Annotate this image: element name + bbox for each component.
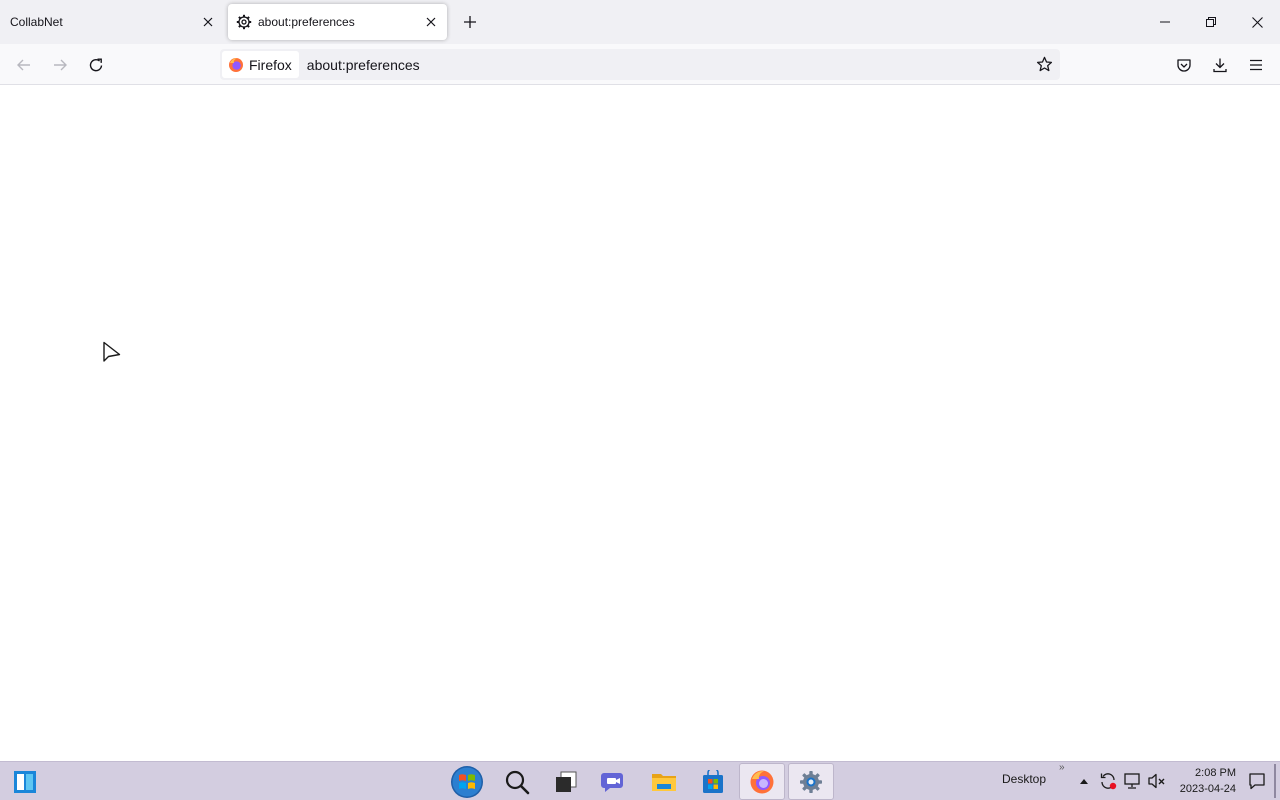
teams-chat-icon bbox=[601, 772, 623, 792]
navigation-toolbar: Firefox about:preferences bbox=[0, 44, 1280, 85]
minimize-button[interactable] bbox=[1142, 0, 1188, 44]
firefox-logo-icon bbox=[229, 57, 243, 72]
close-tab-icon[interactable] bbox=[196, 10, 220, 34]
search-button[interactable] bbox=[494, 763, 540, 800]
file-explorer-icon bbox=[652, 773, 676, 791]
identity-label: Firefox bbox=[249, 56, 292, 73]
notification-icon bbox=[1249, 773, 1265, 790]
back-button[interactable] bbox=[9, 50, 39, 80]
notifications-button[interactable] bbox=[1246, 770, 1268, 792]
minimize-icon bbox=[1160, 21, 1170, 23]
reload-button[interactable] bbox=[81, 50, 111, 80]
bookmark-star-icon[interactable] bbox=[1030, 51, 1058, 79]
start-button[interactable] bbox=[444, 763, 490, 800]
url-text[interactable]: about:preferences bbox=[307, 57, 1030, 73]
widgets-button[interactable] bbox=[2, 763, 48, 800]
taskbar: Desktop » 2:08 PM 2023-04-24 bbox=[0, 761, 1280, 800]
clock-time: 2:08 PM bbox=[1195, 767, 1236, 779]
widgets-icon bbox=[14, 770, 36, 793]
mouse-cursor-icon bbox=[103, 341, 121, 362]
tab-label: CollabNet bbox=[10, 15, 63, 29]
close-window-button[interactable] bbox=[1234, 0, 1280, 44]
new-tab-button[interactable] bbox=[458, 10, 482, 34]
reload-icon bbox=[89, 58, 103, 72]
tray-overflow-button[interactable] bbox=[1073, 770, 1095, 792]
show-desktop-button[interactable] bbox=[1274, 764, 1276, 798]
network-tray-button[interactable] bbox=[1121, 770, 1143, 792]
windows-start-icon bbox=[451, 765, 483, 798]
volume-muted-icon bbox=[1148, 773, 1165, 789]
task-view-button[interactable] bbox=[543, 763, 589, 800]
settings-icon bbox=[800, 770, 822, 793]
microsoft-store-button[interactable] bbox=[690, 763, 736, 800]
desktop-toolbar-label[interactable]: Desktop bbox=[1002, 772, 1046, 786]
arrow-left-icon bbox=[17, 59, 30, 71]
search-icon bbox=[505, 770, 530, 794]
chevron-up-icon bbox=[1080, 779, 1088, 784]
url-bar[interactable]: Firefox about:preferences bbox=[220, 49, 1060, 80]
identity-box[interactable]: Firefox bbox=[222, 51, 299, 78]
sync-tray-button[interactable] bbox=[1097, 770, 1119, 792]
task-view-icon bbox=[556, 771, 577, 792]
tab-collabnet[interactable]: CollabNet bbox=[0, 4, 224, 40]
restore-icon bbox=[1206, 17, 1216, 27]
gear-icon bbox=[236, 14, 252, 30]
pocket-icon bbox=[1177, 59, 1191, 72]
network-icon bbox=[1124, 773, 1140, 789]
firefox-icon bbox=[750, 770, 774, 793]
tab-strip: CollabNet about:preferences bbox=[0, 0, 1280, 44]
settings-taskbar-button[interactable] bbox=[788, 763, 834, 800]
firefox-taskbar-button[interactable] bbox=[739, 763, 785, 800]
download-icon bbox=[1213, 58, 1227, 73]
sync-icon bbox=[1100, 773, 1117, 790]
arrow-right-icon bbox=[54, 59, 67, 71]
pocket-button[interactable] bbox=[1169, 50, 1199, 80]
microsoft-store-icon bbox=[703, 769, 723, 793]
page-content bbox=[0, 85, 1280, 761]
app-menu-button[interactable] bbox=[1241, 50, 1271, 80]
hamburger-menu-icon bbox=[1250, 59, 1262, 71]
file-explorer-button[interactable] bbox=[641, 763, 687, 800]
plus-icon bbox=[464, 16, 476, 28]
volume-tray-button[interactable] bbox=[1146, 770, 1168, 792]
clock-date: 2023-04-24 bbox=[1179, 783, 1236, 795]
restore-button[interactable] bbox=[1188, 0, 1234, 44]
forward-button[interactable] bbox=[45, 50, 75, 80]
close-icon bbox=[1251, 16, 1263, 28]
tab-preferences[interactable]: about:preferences bbox=[228, 4, 447, 40]
teams-chat-button[interactable] bbox=[591, 763, 637, 800]
taskbar-clock[interactable]: 2:08 PM 2023-04-24 bbox=[1170, 765, 1236, 797]
downloads-button[interactable] bbox=[1205, 50, 1235, 80]
tab-label: about:preferences bbox=[258, 15, 355, 29]
desktop-toolbar-chevron-icon[interactable]: » bbox=[1059, 762, 1065, 773]
close-tab-icon[interactable] bbox=[419, 10, 443, 34]
